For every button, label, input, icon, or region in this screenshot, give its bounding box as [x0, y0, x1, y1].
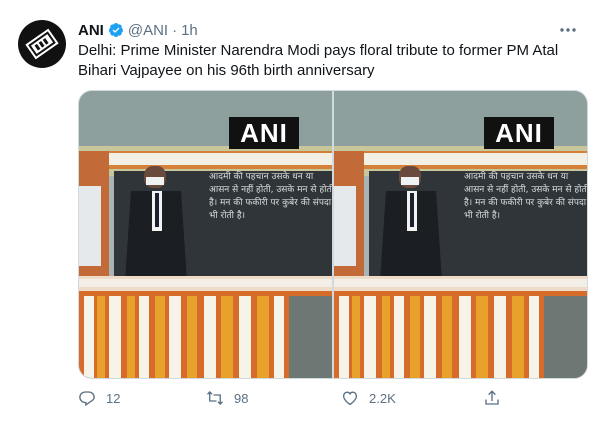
reply-button[interactable]: 12 [78, 389, 120, 407]
tweet-header: ANI @ANI · 1h [78, 19, 198, 41]
media-photo-2[interactable]: ANI आदमी की पहचान उसके धन या आसन से नहीं… [334, 91, 587, 378]
retweet-count: 98 [234, 390, 249, 406]
separator-dot: · [172, 21, 178, 39]
reply-count: 12 [106, 390, 121, 406]
share-icon [485, 390, 499, 405]
author-name[interactable]: ANI [78, 22, 104, 39]
avatar[interactable] [18, 20, 66, 68]
like-button[interactable]: 2.2K [341, 389, 396, 407]
tweet-actions: 12 98 2.2K [78, 388, 586, 408]
retweet-icon [207, 391, 223, 405]
ani-watermark: ANI [229, 117, 299, 149]
reply-icon [79, 391, 95, 407]
wall-inscription: आदमी की पहचान उसके धन या आसन से नहीं होत… [464, 172, 587, 221]
tweet-media[interactable]: ANI आदमी की पहचान उसके धन या आसन से नहीं… [78, 90, 588, 379]
wall-inscription: आदमी की पहचान उसके धन या आसन से नहीं होत… [209, 172, 332, 221]
ani-watermark: ANI [484, 117, 554, 149]
retweet-button[interactable]: 98 [206, 389, 248, 407]
media-photo-1[interactable]: ANI आदमी की पहचान उसके धन या आसन से नहीं… [79, 91, 332, 378]
share-button[interactable] [483, 389, 501, 407]
tweet-timestamp[interactable]: 1h [181, 22, 198, 39]
verified-badge-icon [108, 22, 124, 38]
author-handle[interactable]: @ANI [128, 22, 168, 39]
like-count: 2.2K [369, 390, 396, 406]
more-icon[interactable] [558, 22, 578, 38]
ani-logo-icon [25, 28, 59, 60]
tweet-text: Delhi: Prime Minister Narendra Modi pays… [78, 42, 559, 79]
heart-icon [342, 391, 358, 406]
tweet-card[interactable]: ANI @ANI · 1h Delhi: Prime Minister Nare… [0, 0, 592, 422]
